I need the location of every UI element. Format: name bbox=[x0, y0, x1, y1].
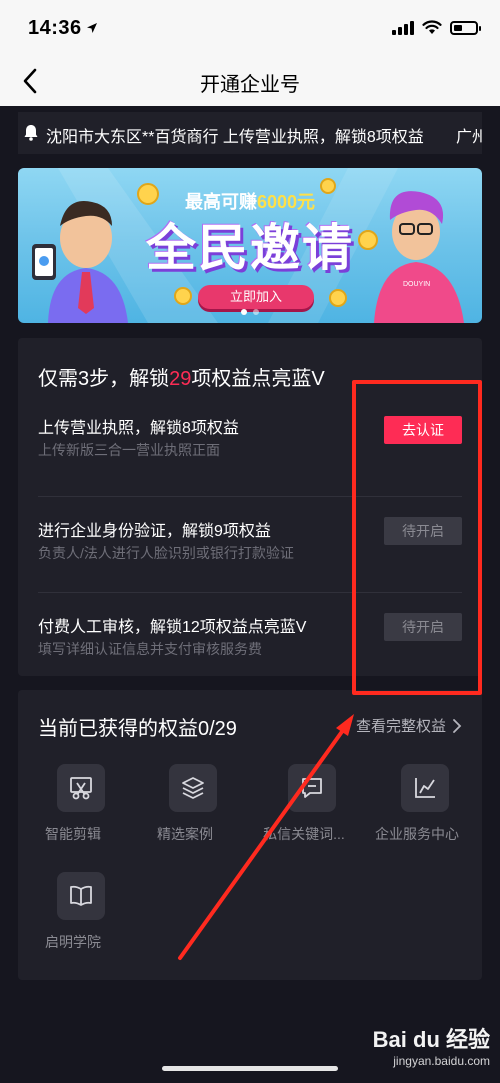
watermark-logo: Bai du 经验 bbox=[372, 1027, 490, 1052]
benefits-card: 当前已获得的权益0/29 查看完整权益 智能剪辑 精选案例 私信关键词... 企… bbox=[18, 690, 482, 980]
annotation-highlight-box bbox=[352, 380, 482, 695]
benefit-dm-keywords[interactable]: 私信关键词... bbox=[249, 764, 359, 864]
steps-title: 仅需3步，解锁29项权益点亮蓝V bbox=[38, 368, 325, 390]
status-time: 14:36 bbox=[28, 17, 82, 39]
benefit-smart-edit[interactable]: 智能剪辑 bbox=[18, 764, 128, 864]
notice-marquee: 沈阳市大东区**百货商行 上传营业执照，解锁8项权益 广州* bbox=[18, 112, 482, 154]
benefit-service-center[interactable]: 企业服务中心 bbox=[362, 764, 472, 864]
message-icon bbox=[288, 764, 336, 812]
page-title: 开通企业号 bbox=[200, 74, 300, 96]
banner-title: 全民邀请 bbox=[146, 220, 354, 276]
step-desc: 填写详细认证信息并支付审核服务费 bbox=[38, 641, 262, 657]
benefit-label: 精选案例 bbox=[157, 826, 213, 842]
bell-icon bbox=[24, 125, 38, 141]
benefit-label: 私信关键词... bbox=[263, 826, 345, 842]
chevron-right-icon bbox=[453, 718, 462, 733]
wifi-icon bbox=[422, 20, 442, 34]
benefit-label: 智能剪辑 bbox=[45, 826, 101, 842]
book-icon bbox=[57, 872, 105, 920]
view-all-benefits-label: 查看完整权益 bbox=[355, 718, 446, 735]
nav-bar: 开通企业号 bbox=[0, 56, 500, 106]
notice-text: 沈阳市大东区**百货商行 上传营业执照，解锁8项权益 bbox=[46, 129, 424, 146]
brand-tag: DOUYIN bbox=[403, 281, 430, 288]
scissors-icon bbox=[57, 764, 105, 812]
benefit-label: 启明学院 bbox=[45, 934, 101, 950]
location-arrow-icon bbox=[87, 23, 97, 33]
benefits-title: 当前已获得的权益0/29 bbox=[38, 718, 237, 740]
battery-icon bbox=[450, 20, 481, 35]
status-bar: 14:36 bbox=[0, 0, 500, 56]
baidu-watermark: Bai du 经验 jingyan.baidu.com bbox=[373, 1022, 490, 1068]
cellular-signal-icon bbox=[392, 20, 414, 35]
invite-banner[interactable]: DOUYIN 最高可赚6000元 全民邀请 立即加入 bbox=[18, 168, 482, 323]
status-indicators bbox=[392, 20, 481, 35]
step-name: 进行企业身份验证，解锁9项权益 bbox=[38, 523, 271, 540]
chart-icon bbox=[401, 764, 449, 812]
join-now-button[interactable]: 立即加入 bbox=[198, 285, 314, 309]
benefit-academy[interactable]: 启明学院 bbox=[18, 872, 128, 972]
benefit-featured-cases[interactable]: 精选案例 bbox=[130, 764, 240, 864]
step-name: 上传营业执照，解锁8项权益 bbox=[38, 420, 239, 437]
layers-icon bbox=[169, 764, 217, 812]
home-indicator[interactable] bbox=[162, 1066, 338, 1071]
watermark-url: jingyan.baidu.com bbox=[393, 1054, 490, 1068]
benefit-label: 企业服务中心 bbox=[375, 826, 459, 842]
notice-text-next: 广州* bbox=[456, 129, 482, 146]
step-desc: 上传新版三合一营业执照正面 bbox=[38, 442, 220, 458]
step-name: 付费人工审核，解锁12项权益点亮蓝V bbox=[38, 619, 307, 636]
view-all-benefits-link[interactable]: 查看完整权益 bbox=[356, 715, 462, 736]
carousel-dots bbox=[18, 309, 482, 315]
step-desc: 负责人/法人进行人脸识别或银行打款验证 bbox=[38, 545, 294, 561]
